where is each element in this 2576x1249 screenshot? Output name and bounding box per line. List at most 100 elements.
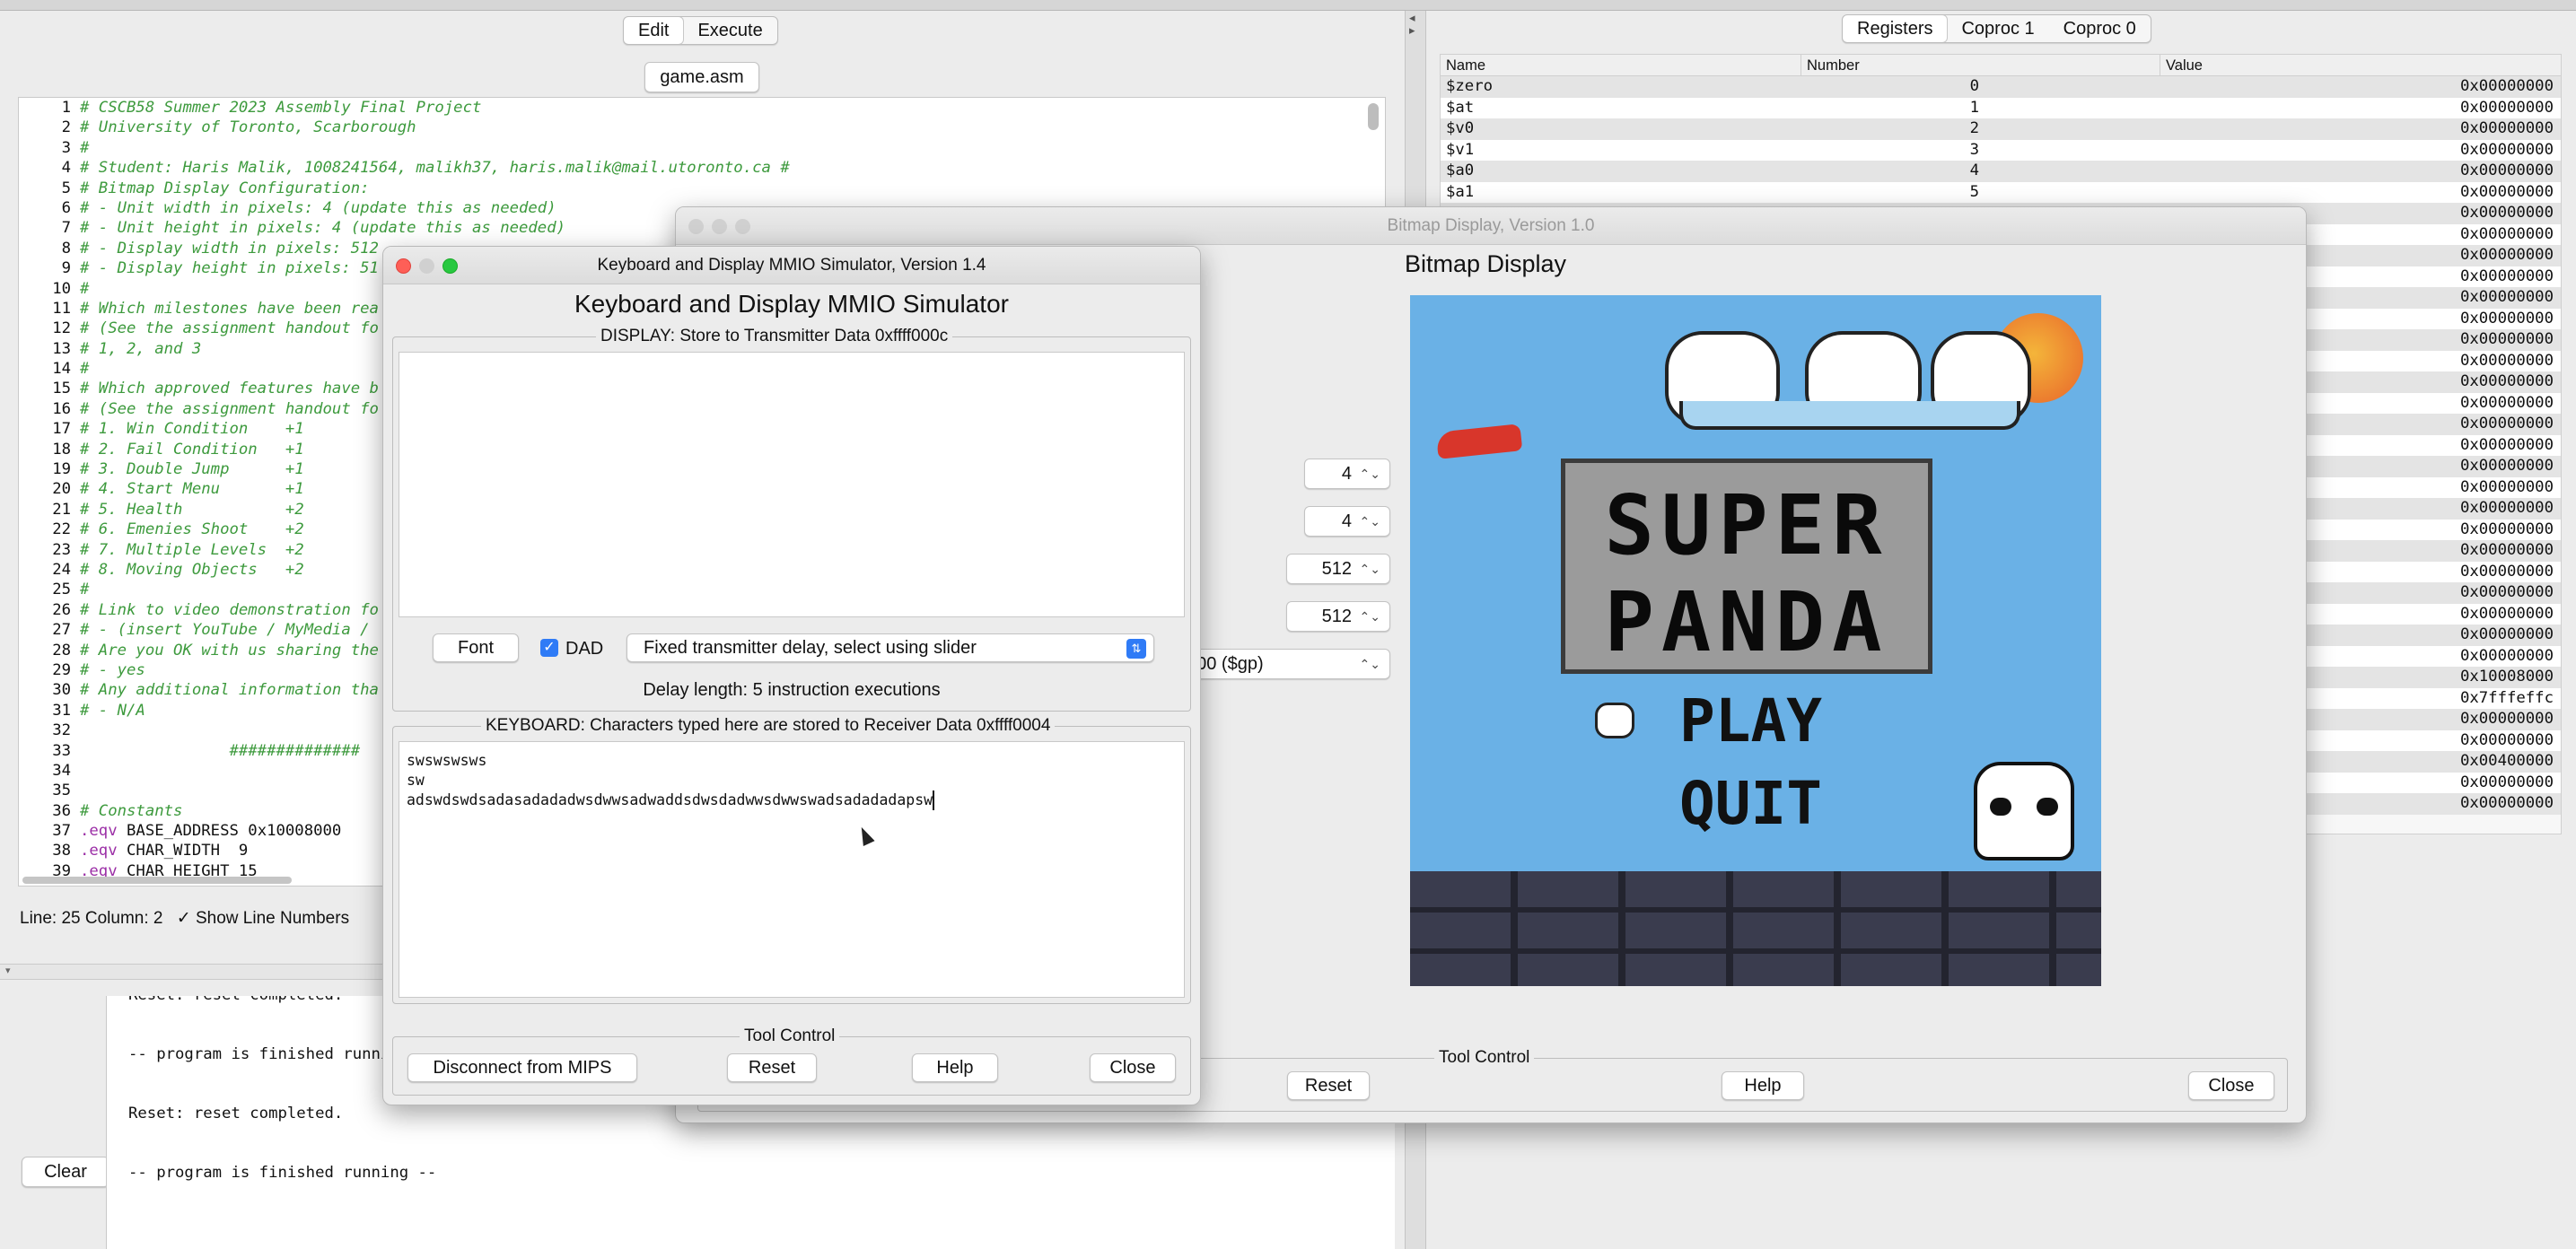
register-value: 0x00000000 bbox=[2459, 330, 2554, 348]
register-name: $a0 bbox=[1446, 162, 1475, 179]
code-line[interactable]: # bbox=[80, 138, 1372, 158]
register-value: 0x00000000 bbox=[2459, 457, 2554, 475]
column-header-name[interactable]: Name bbox=[1441, 55, 1801, 75]
register-row[interactable]: $v0 2 0x00000000 bbox=[1441, 118, 2561, 140]
line-number: 12 bbox=[52, 319, 71, 338]
mmio-help-button[interactable]: Help bbox=[912, 1053, 998, 1082]
display-output-area[interactable] bbox=[399, 352, 1185, 617]
editor-hscrollbar[interactable] bbox=[22, 877, 292, 884]
line-number: 3 bbox=[61, 138, 71, 157]
line-number: 1 bbox=[61, 99, 71, 117]
cloud-base bbox=[1679, 401, 2020, 430]
register-name: $zero bbox=[1446, 77, 1494, 95]
plane-icon bbox=[1435, 424, 1523, 459]
game-title-line1: SUPER bbox=[1604, 477, 1889, 573]
clear-button[interactable]: Clear bbox=[22, 1157, 110, 1187]
code-line[interactable]: # University of Toronto, Scarborough bbox=[80, 118, 1372, 137]
bitmap-close-button[interactable]: Close bbox=[2188, 1071, 2274, 1100]
column-header-value[interactable]: Value bbox=[2160, 55, 2203, 75]
tab-execute[interactable]: Execute bbox=[683, 17, 776, 44]
mmio-close-button[interactable]: Close bbox=[1090, 1053, 1176, 1082]
line-number: 7 bbox=[61, 219, 71, 238]
bitmap-titlebar[interactable]: Bitmap Display, Version 1.0 bbox=[676, 207, 2306, 245]
register-number: 5 bbox=[1969, 182, 1979, 201]
directive-keyword: .eqv bbox=[80, 842, 127, 860]
register-value: 0x00000000 bbox=[2459, 266, 2554, 285]
register-value: 0x00000000 bbox=[2459, 604, 2554, 623]
tab-edit[interactable]: Edit bbox=[624, 17, 684, 44]
mmio-reset-button[interactable]: Reset bbox=[727, 1053, 817, 1082]
register-value: 0x00000000 bbox=[2459, 246, 2554, 264]
game-title-line2: PANDA bbox=[1604, 574, 1889, 670]
register-row[interactable]: $zero 0 0x00000000 bbox=[1441, 76, 2561, 98]
register-value: 0x00000000 bbox=[2459, 520, 2554, 538]
line-number: 36 bbox=[52, 801, 71, 820]
register-value: 0x00000000 bbox=[2459, 351, 2554, 370]
panda-icon bbox=[1974, 762, 2074, 860]
register-value: 0x00000000 bbox=[2459, 435, 2554, 454]
mmio-heading: Keyboard and Display MMIO Simulator bbox=[574, 290, 1009, 318]
register-value: 0x00000000 bbox=[2459, 140, 2554, 159]
bitmap-window-title: Bitmap Display, Version 1.0 bbox=[1387, 216, 1595, 235]
bitmap-canvas: SUPER PANDA PLAY QUIT bbox=[1410, 295, 2101, 986]
bitmap-help-button[interactable]: Help bbox=[1722, 1071, 1804, 1100]
tab-coproc0[interactable]: Coproc 0 bbox=[2049, 15, 2151, 42]
register-value: 0x00000000 bbox=[2459, 77, 2554, 95]
mmio-window-title: Keyboard and Display MMIO Simulator, Ver… bbox=[597, 256, 986, 275]
delay-mode-select[interactable]: Fixed transmitter delay, select using sl… bbox=[626, 633, 1154, 662]
unit-height-select[interactable]: 4 ⌃⌄ bbox=[1304, 506, 1390, 537]
keyboard-input-area[interactable]: swswswsws sw adswdswdsadasadadadwsdwwsad… bbox=[399, 741, 1185, 998]
code-line[interactable]: # CSCB58 Summer 2023 Assembly Final Proj… bbox=[80, 98, 1372, 118]
code-line[interactable]: # Student: Haris Malik, 1008241564, mali… bbox=[80, 158, 1372, 178]
register-row[interactable]: $a0 4 0x00000000 bbox=[1441, 161, 2561, 182]
line-number: 10 bbox=[52, 279, 71, 298]
line-number: 32 bbox=[52, 721, 71, 740]
register-name: $at bbox=[1446, 98, 1475, 117]
bitmap-reset-button[interactable]: Reset bbox=[1287, 1071, 1370, 1100]
mmio-titlebar[interactable]: Keyboard and Display MMIO Simulator, Ver… bbox=[383, 247, 1200, 284]
disconnect-from-mips-button[interactable]: Disconnect from MIPS bbox=[407, 1053, 637, 1082]
menu-quit: QUIT bbox=[1679, 769, 1822, 838]
stepper-icon: ⌃⌄ bbox=[1359, 514, 1380, 528]
display-height-select[interactable]: 512 ⌃⌄ bbox=[1286, 601, 1390, 632]
dad-checkbox[interactable]: ✓ bbox=[540, 639, 558, 657]
register-value: 0x00000000 bbox=[2459, 182, 2554, 201]
register-value: 0x00000000 bbox=[2459, 162, 2554, 179]
line-number: 26 bbox=[52, 600, 71, 619]
line-number: 4 bbox=[61, 159, 71, 178]
line-number: 2 bbox=[61, 118, 71, 137]
mmio-simulator-window: Keyboard and Display MMIO Simulator, Ver… bbox=[382, 246, 1201, 1105]
stepper-icon: ⌃⌄ bbox=[1359, 562, 1380, 576]
code-line[interactable]: # Bitmap Display Configuration: bbox=[80, 179, 1372, 198]
line-number: 19 bbox=[52, 460, 71, 479]
show-line-numbers-checkbox[interactable]: ✓ bbox=[177, 909, 191, 928]
register-row[interactable]: $a1 5 0x00000000 bbox=[1441, 181, 2561, 203]
menu-play: PLAY bbox=[1679, 686, 1822, 756]
register-value: 0x00000000 bbox=[2459, 415, 2554, 432]
brick-floor bbox=[1410, 871, 2101, 986]
file-tab-game-asm[interactable]: game.asm bbox=[644, 62, 759, 92]
line-number: 38 bbox=[52, 842, 71, 860]
display-width-select[interactable]: 512 ⌃⌄ bbox=[1286, 554, 1390, 584]
edit-execute-tabs: Edit Execute bbox=[623, 16, 778, 45]
editor-scrollbar[interactable] bbox=[1368, 103, 1379, 130]
line-number: 22 bbox=[52, 520, 71, 539]
console-line: -- program is finished running -- bbox=[128, 1164, 437, 1182]
unit-width-select[interactable]: 4 ⌃⌄ bbox=[1304, 459, 1390, 489]
register-value: 0x00000000 bbox=[2459, 625, 2554, 643]
register-name: $v1 bbox=[1446, 140, 1475, 159]
register-row[interactable]: $at 1 0x00000000 bbox=[1441, 97, 2561, 118]
register-value: 0x10008000 bbox=[2459, 668, 2554, 686]
register-value: 0x00000000 bbox=[2459, 98, 2554, 117]
mmio-tool-control-label: Tool Control bbox=[740, 1026, 840, 1046]
register-number: 0 bbox=[1969, 77, 1979, 95]
column-header-number[interactable]: Number bbox=[1801, 55, 2160, 75]
register-row[interactable]: $v1 3 0x00000000 bbox=[1441, 139, 2561, 161]
line-number: 28 bbox=[52, 641, 71, 659]
base-address-select[interactable]: 000 ($gp) ⌃⌄ bbox=[1178, 649, 1390, 679]
tab-coproc1[interactable]: Coproc 1 bbox=[1947, 15, 2048, 42]
tab-registers[interactable]: Registers bbox=[1843, 15, 1948, 42]
font-button[interactable]: Font bbox=[433, 633, 519, 662]
register-value: 0x00000000 bbox=[2459, 794, 2554, 812]
line-number: 34 bbox=[52, 761, 71, 780]
